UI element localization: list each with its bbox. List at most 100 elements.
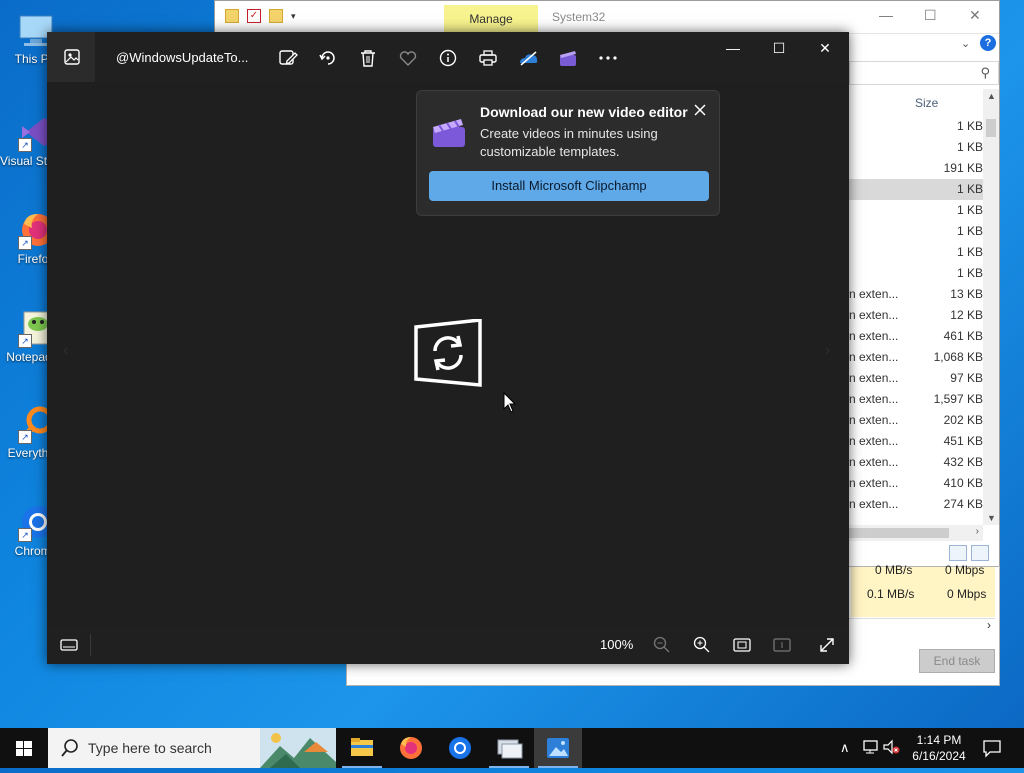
maximize-icon[interactable]: ☐	[924, 7, 937, 24]
clipchamp-icon	[560, 51, 576, 66]
close-icon[interactable]: ✕	[969, 7, 981, 24]
end-task-button[interactable]: End task	[919, 649, 995, 673]
edit-image-icon	[279, 50, 298, 65]
file-list-row[interactable]: 1 KB	[849, 263, 983, 284]
network-usage-cell: 0 Mbps	[945, 563, 985, 577]
close-icon[interactable]: ✕	[805, 40, 845, 60]
qat-dropdown-icon[interactable]: ▾	[291, 11, 296, 22]
system-clock[interactable]: 1:14 PM 6/16/2024	[898, 732, 980, 764]
file-list-row[interactable]: n exten... 451 KB	[849, 431, 983, 452]
large-icons-view-icon[interactable]	[971, 545, 989, 561]
file-list-row[interactable]: n exten... 1,068 KB	[849, 347, 983, 368]
details-view-icon[interactable]	[949, 545, 967, 561]
column-header-size[interactable]: Size	[915, 96, 938, 110]
new-folder-icon[interactable]	[269, 9, 283, 23]
file-list-row[interactable]: n exten... 432 KB	[849, 452, 983, 473]
previous-image-icon[interactable]: ‹	[63, 342, 68, 360]
network-status-icon[interactable]	[862, 738, 880, 759]
shortcut-arrow-icon: ↗	[18, 334, 32, 348]
network-usage-cell: 0 Mbps	[947, 587, 987, 601]
delete-button[interactable]	[357, 47, 379, 69]
zoom-in-button[interactable]	[692, 635, 712, 655]
taskbar-file-explorer[interactable]	[338, 728, 386, 768]
file-type-cell: n exten...	[849, 476, 899, 490]
gallery-icon	[64, 49, 80, 65]
full-screen-button[interactable]	[817, 635, 837, 655]
taskbar-network-utility[interactable]	[485, 728, 533, 768]
file-type-cell: n exten...	[849, 371, 899, 385]
edit-image-button[interactable]	[277, 47, 299, 69]
info-button[interactable]	[437, 47, 459, 69]
onedrive-button[interactable]	[517, 47, 539, 69]
zoom-level: 100%	[600, 637, 634, 652]
file-list-row[interactable]: n exten... 13 KB	[849, 284, 983, 305]
file-type-cell: n exten...	[849, 329, 899, 343]
filmstrip-button[interactable]	[59, 635, 79, 655]
shortcut-arrow-icon: ↗	[18, 528, 32, 542]
windows-update-image	[414, 318, 482, 392]
file-list-row[interactable]: 1 KB	[849, 179, 983, 200]
properties-icon[interactable]: ✓	[247, 9, 261, 23]
show-hidden-icons[interactable]: ∧	[840, 740, 850, 756]
rotate-button[interactable]	[317, 47, 339, 69]
file-list-row[interactable]: 1 KB	[849, 242, 983, 263]
help-icon[interactable]: ?	[980, 35, 996, 51]
favorite-icon	[399, 51, 417, 66]
minimize-icon[interactable]: —	[713, 40, 753, 60]
minimize-icon[interactable]: —	[879, 7, 893, 23]
file-list-row[interactable]: n exten... 410 KB	[849, 473, 983, 494]
file-list-row[interactable]: n exten... 12 KB	[849, 305, 983, 326]
favorite-button[interactable]	[397, 47, 419, 69]
file-list-row[interactable]: 1 KB	[849, 200, 983, 221]
search-icon: ⚲	[980, 65, 990, 80]
file-list-row[interactable]: 191 KB	[849, 158, 983, 179]
scrollbar-thumb[interactable]	[849, 528, 949, 538]
search-input[interactable]: ⚲	[849, 61, 999, 85]
print-button[interactable]	[477, 47, 499, 69]
onedrive-icon	[520, 51, 538, 66]
file-size-cell: 432 KB	[943, 455, 983, 469]
taskbar-firefox[interactable]	[387, 728, 435, 768]
file-list-row[interactable]: n exten... 97 KB	[849, 368, 983, 389]
horizontal-scrollbar[interactable]: ›	[849, 525, 983, 541]
maximize-icon[interactable]: ☐	[759, 40, 799, 60]
file-list-row[interactable]: 1 KB	[849, 116, 983, 137]
folder-icon[interactable]	[225, 9, 239, 23]
zoom-in-icon	[693, 636, 710, 653]
taskbar-photos[interactable]	[534, 728, 582, 768]
start-button[interactable]	[0, 728, 48, 768]
notification-center-icon[interactable]	[982, 738, 1002, 761]
file-list-row[interactable]: 1 KB	[849, 137, 983, 158]
fit-to-window-button[interactable]	[732, 635, 752, 655]
gallery-button[interactable]	[47, 32, 95, 82]
more-options-button[interactable]	[597, 47, 619, 69]
file-list-row[interactable]: 1 KB	[849, 221, 983, 242]
actual-size-button[interactable]	[772, 635, 792, 655]
ribbon-tab-manage[interactable]: Manage	[444, 5, 538, 33]
scroll-up-icon[interactable]: ▲	[987, 91, 996, 101]
ribbon-expand-icon[interactable]: ⌄	[961, 37, 970, 50]
clipchamp-button[interactable]	[557, 47, 579, 69]
next-image-icon[interactable]: ›	[825, 342, 830, 360]
scroll-down-icon[interactable]: ▼	[987, 513, 996, 523]
vertical-scrollbar[interactable]: ▲ ▼	[983, 89, 999, 525]
file-size-cell: 274 KB	[943, 497, 983, 511]
file-list-row[interactable]: n exten... 461 KB	[849, 326, 983, 347]
file-list-row[interactable]: n exten... 202 KB	[849, 410, 983, 431]
install-clipchamp-button[interactable]: Install Microsoft Clipchamp	[429, 171, 709, 201]
zoom-out-button[interactable]	[652, 635, 672, 655]
scrollbar-thumb[interactable]	[986, 119, 996, 137]
file-list-row[interactable]: n exten... 1,597 KB	[849, 389, 983, 410]
taskbar-chrome[interactable]	[436, 728, 484, 768]
horizontal-scrollbar[interactable]: ›	[847, 618, 995, 633]
scroll-right-icon[interactable]: ›	[976, 526, 979, 537]
file-list-row[interactable]: n exten... 274 KB	[849, 494, 983, 515]
taskbar-search-input[interactable]: Type here to search	[48, 728, 336, 768]
flyout-title: Download our new video editor	[480, 104, 688, 120]
flyout-close-button[interactable]	[691, 101, 709, 119]
scroll-right-icon[interactable]: ›	[987, 618, 991, 632]
actual-size-icon	[773, 638, 791, 652]
file-size-cell: 12 KB	[950, 308, 983, 322]
more-icon	[599, 56, 617, 60]
zoom-out-icon	[653, 636, 670, 653]
